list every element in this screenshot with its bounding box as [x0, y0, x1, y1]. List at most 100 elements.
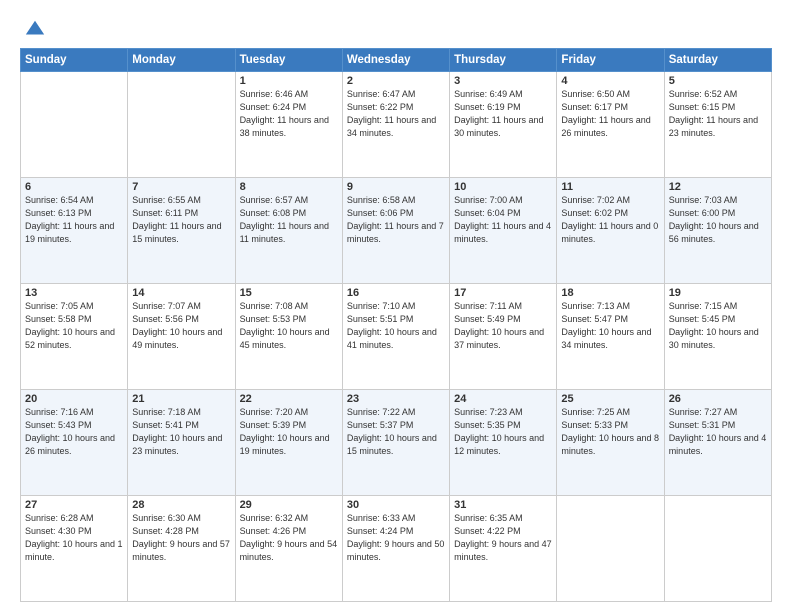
day-info: Sunrise: 7:00 AMSunset: 6:04 PMDaylight:…	[454, 194, 552, 246]
day-cell	[557, 496, 664, 602]
day-info: Sunrise: 6:58 AMSunset: 6:06 PMDaylight:…	[347, 194, 445, 246]
day-cell	[21, 72, 128, 178]
day-cell: 4Sunrise: 6:50 AMSunset: 6:17 PMDaylight…	[557, 72, 664, 178]
day-cell: 21Sunrise: 7:18 AMSunset: 5:41 PMDayligh…	[128, 390, 235, 496]
day-cell: 18Sunrise: 7:13 AMSunset: 5:47 PMDayligh…	[557, 284, 664, 390]
day-info: Sunrise: 7:27 AMSunset: 5:31 PMDaylight:…	[669, 406, 767, 458]
day-number: 21	[132, 393, 230, 405]
day-info: Sunrise: 6:52 AMSunset: 6:15 PMDaylight:…	[669, 88, 767, 140]
day-number: 12	[669, 181, 767, 193]
day-cell: 1Sunrise: 6:46 AMSunset: 6:24 PMDaylight…	[235, 72, 342, 178]
week-row-1: 1Sunrise: 6:46 AMSunset: 6:24 PMDaylight…	[21, 72, 772, 178]
day-number: 18	[561, 287, 659, 299]
day-cell: 20Sunrise: 7:16 AMSunset: 5:43 PMDayligh…	[21, 390, 128, 496]
week-row-3: 13Sunrise: 7:05 AMSunset: 5:58 PMDayligh…	[21, 284, 772, 390]
day-cell: 15Sunrise: 7:08 AMSunset: 5:53 PMDayligh…	[235, 284, 342, 390]
day-cell: 3Sunrise: 6:49 AMSunset: 6:19 PMDaylight…	[450, 72, 557, 178]
day-number: 24	[454, 393, 552, 405]
day-number: 17	[454, 287, 552, 299]
weekday-header-monday: Monday	[128, 49, 235, 72]
day-cell: 10Sunrise: 7:00 AMSunset: 6:04 PMDayligh…	[450, 178, 557, 284]
day-cell: 27Sunrise: 6:28 AMSunset: 4:30 PMDayligh…	[21, 496, 128, 602]
day-number: 30	[347, 499, 445, 511]
logo	[20, 18, 46, 38]
day-number: 20	[25, 393, 123, 405]
day-number: 25	[561, 393, 659, 405]
day-number: 19	[669, 287, 767, 299]
day-number: 26	[669, 393, 767, 405]
day-cell: 12Sunrise: 7:03 AMSunset: 6:00 PMDayligh…	[664, 178, 771, 284]
weekday-header-saturday: Saturday	[664, 49, 771, 72]
header	[20, 18, 772, 38]
day-cell: 14Sunrise: 7:07 AMSunset: 5:56 PMDayligh…	[128, 284, 235, 390]
day-info: Sunrise: 7:22 AMSunset: 5:37 PMDaylight:…	[347, 406, 445, 458]
day-cell: 17Sunrise: 7:11 AMSunset: 5:49 PMDayligh…	[450, 284, 557, 390]
day-number: 27	[25, 499, 123, 511]
day-number: 4	[561, 75, 659, 87]
weekday-header-thursday: Thursday	[450, 49, 557, 72]
day-cell: 2Sunrise: 6:47 AMSunset: 6:22 PMDaylight…	[342, 72, 449, 178]
day-cell: 9Sunrise: 6:58 AMSunset: 6:06 PMDaylight…	[342, 178, 449, 284]
day-cell: 6Sunrise: 6:54 AMSunset: 6:13 PMDaylight…	[21, 178, 128, 284]
day-number: 6	[25, 181, 123, 193]
day-cell: 26Sunrise: 7:27 AMSunset: 5:31 PMDayligh…	[664, 390, 771, 496]
day-number: 13	[25, 287, 123, 299]
day-info: Sunrise: 6:47 AMSunset: 6:22 PMDaylight:…	[347, 88, 445, 140]
day-cell: 23Sunrise: 7:22 AMSunset: 5:37 PMDayligh…	[342, 390, 449, 496]
day-info: Sunrise: 7:25 AMSunset: 5:33 PMDaylight:…	[561, 406, 659, 458]
day-number: 3	[454, 75, 552, 87]
day-cell: 13Sunrise: 7:05 AMSunset: 5:58 PMDayligh…	[21, 284, 128, 390]
day-number: 2	[347, 75, 445, 87]
day-number: 10	[454, 181, 552, 193]
day-info: Sunrise: 7:16 AMSunset: 5:43 PMDaylight:…	[25, 406, 123, 458]
day-cell: 25Sunrise: 7:25 AMSunset: 5:33 PMDayligh…	[557, 390, 664, 496]
day-info: Sunrise: 7:23 AMSunset: 5:35 PMDaylight:…	[454, 406, 552, 458]
day-cell: 31Sunrise: 6:35 AMSunset: 4:22 PMDayligh…	[450, 496, 557, 602]
day-number: 7	[132, 181, 230, 193]
day-info: Sunrise: 7:20 AMSunset: 5:39 PMDaylight:…	[240, 406, 338, 458]
day-number: 8	[240, 181, 338, 193]
day-cell: 7Sunrise: 6:55 AMSunset: 6:11 PMDaylight…	[128, 178, 235, 284]
week-row-4: 20Sunrise: 7:16 AMSunset: 5:43 PMDayligh…	[21, 390, 772, 496]
day-number: 14	[132, 287, 230, 299]
day-cell	[664, 496, 771, 602]
calendar-table: SundayMondayTuesdayWednesdayThursdayFrid…	[20, 48, 772, 602]
day-info: Sunrise: 6:54 AMSunset: 6:13 PMDaylight:…	[25, 194, 123, 246]
day-info: Sunrise: 6:32 AMSunset: 4:26 PMDaylight:…	[240, 512, 338, 564]
day-info: Sunrise: 6:57 AMSunset: 6:08 PMDaylight:…	[240, 194, 338, 246]
week-row-5: 27Sunrise: 6:28 AMSunset: 4:30 PMDayligh…	[21, 496, 772, 602]
day-info: Sunrise: 6:49 AMSunset: 6:19 PMDaylight:…	[454, 88, 552, 140]
day-cell: 19Sunrise: 7:15 AMSunset: 5:45 PMDayligh…	[664, 284, 771, 390]
day-info: Sunrise: 6:28 AMSunset: 4:30 PMDaylight:…	[25, 512, 123, 564]
weekday-header-row: SundayMondayTuesdayWednesdayThursdayFrid…	[21, 49, 772, 72]
day-info: Sunrise: 7:08 AMSunset: 5:53 PMDaylight:…	[240, 300, 338, 352]
day-cell: 30Sunrise: 6:33 AMSunset: 4:24 PMDayligh…	[342, 496, 449, 602]
day-number: 29	[240, 499, 338, 511]
weekday-header-tuesday: Tuesday	[235, 49, 342, 72]
day-number: 23	[347, 393, 445, 405]
day-number: 15	[240, 287, 338, 299]
weekday-header-friday: Friday	[557, 49, 664, 72]
day-info: Sunrise: 6:30 AMSunset: 4:28 PMDaylight:…	[132, 512, 230, 564]
day-info: Sunrise: 7:15 AMSunset: 5:45 PMDaylight:…	[669, 300, 767, 352]
day-number: 11	[561, 181, 659, 193]
day-info: Sunrise: 7:13 AMSunset: 5:47 PMDaylight:…	[561, 300, 659, 352]
week-row-2: 6Sunrise: 6:54 AMSunset: 6:13 PMDaylight…	[21, 178, 772, 284]
day-number: 5	[669, 75, 767, 87]
day-info: Sunrise: 7:18 AMSunset: 5:41 PMDaylight:…	[132, 406, 230, 458]
day-info: Sunrise: 7:05 AMSunset: 5:58 PMDaylight:…	[25, 300, 123, 352]
day-info: Sunrise: 7:07 AMSunset: 5:56 PMDaylight:…	[132, 300, 230, 352]
day-cell: 16Sunrise: 7:10 AMSunset: 5:51 PMDayligh…	[342, 284, 449, 390]
day-cell: 22Sunrise: 7:20 AMSunset: 5:39 PMDayligh…	[235, 390, 342, 496]
day-number: 22	[240, 393, 338, 405]
day-cell	[128, 72, 235, 178]
day-number: 31	[454, 499, 552, 511]
day-info: Sunrise: 6:33 AMSunset: 4:24 PMDaylight:…	[347, 512, 445, 564]
day-cell: 5Sunrise: 6:52 AMSunset: 6:15 PMDaylight…	[664, 72, 771, 178]
day-cell: 8Sunrise: 6:57 AMSunset: 6:08 PMDaylight…	[235, 178, 342, 284]
day-info: Sunrise: 7:03 AMSunset: 6:00 PMDaylight:…	[669, 194, 767, 246]
day-info: Sunrise: 6:50 AMSunset: 6:17 PMDaylight:…	[561, 88, 659, 140]
day-cell: 28Sunrise: 6:30 AMSunset: 4:28 PMDayligh…	[128, 496, 235, 602]
day-number: 9	[347, 181, 445, 193]
page: SundayMondayTuesdayWednesdayThursdayFrid…	[0, 0, 792, 612]
